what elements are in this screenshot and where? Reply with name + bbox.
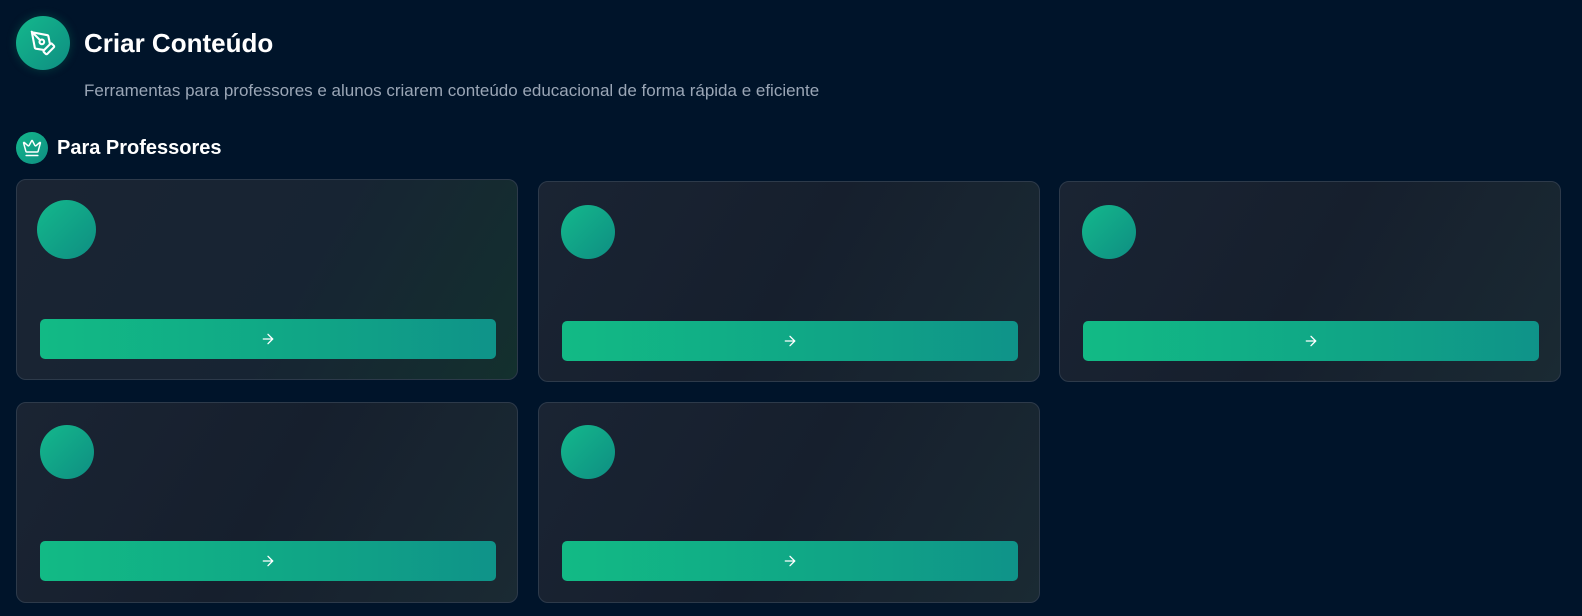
section-title: Para Professores [57,137,222,159]
tool-icon [1082,205,1136,259]
open-tool-button[interactable] [562,541,1018,581]
open-tool-button[interactable] [40,541,496,581]
tool-card[interactable] [1059,181,1561,382]
page-title: Criar Conteúdo [84,28,274,58]
tool-icon [561,205,615,259]
open-tool-button[interactable] [40,319,496,359]
tool-card[interactable] [538,181,1040,382]
tool-card[interactable] [16,402,518,603]
arrow-right-icon [1303,333,1319,349]
tool-card[interactable] [538,402,1040,603]
pen-tool-icon [16,16,70,70]
section-header: Para Professores [16,132,222,164]
page-header: Criar Conteúdo [16,16,273,70]
open-tool-button[interactable] [562,321,1018,361]
arrow-right-icon [782,553,798,569]
arrow-right-icon [782,333,798,349]
page: Criar Conteúdo Ferramentas para professo… [0,0,1582,616]
tool-card[interactable] [16,179,518,380]
open-tool-button[interactable] [1083,321,1539,361]
arrow-right-icon [260,331,276,347]
tool-icon [37,200,96,259]
page-subtitle: Ferramentas para professores e alunos cr… [84,81,820,100]
crown-icon [16,132,48,164]
tool-icon [40,425,94,479]
arrow-right-icon [260,553,276,569]
tool-icon [561,425,615,479]
